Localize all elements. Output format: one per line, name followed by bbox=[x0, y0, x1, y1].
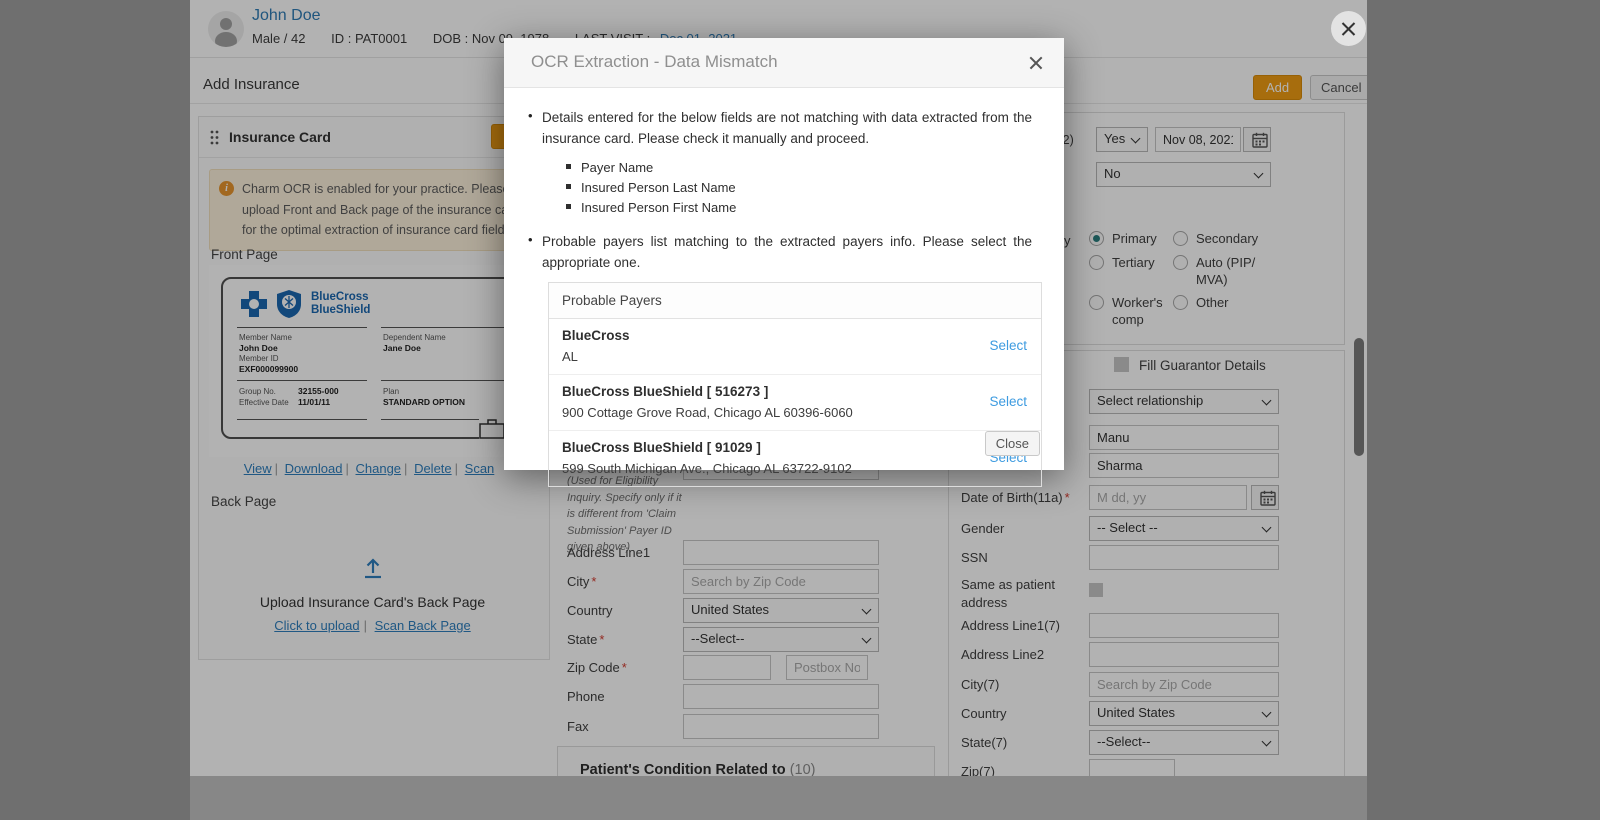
select-payer-link[interactable]: Select bbox=[989, 394, 1027, 409]
payer-name: BlueCross BlueShield [ 91029 ] bbox=[562, 440, 981, 455]
payer-name: BlueCross bbox=[562, 328, 981, 343]
payers-intro: • Probable payers list matching to the e… bbox=[528, 232, 1032, 274]
mismatch-intro: • Details entered for the below fields a… bbox=[528, 108, 1032, 150]
payer-name: BlueCross BlueShield [ 516273 ] bbox=[562, 384, 981, 399]
modal-close-button[interactable]: Close bbox=[985, 431, 1040, 456]
modal-body: • Details entered for the below fields a… bbox=[504, 88, 1064, 487]
select-payer-link[interactable]: Select bbox=[989, 338, 1027, 353]
modal-header: OCR Extraction - Data Mismatch bbox=[504, 38, 1064, 88]
mismatch-field-list: Payer Name Insured Person Last Name Insu… bbox=[566, 158, 1032, 218]
payer-address: 900 Cottage Grove Road, Chicago AL 60396… bbox=[562, 405, 981, 420]
mismatch-field: Insured Person First Name bbox=[566, 198, 1032, 218]
mismatch-field: Insured Person Last Name bbox=[566, 178, 1032, 198]
payer-row: BlueCross BlueShield [ 91029 ] 599 South… bbox=[549, 431, 1041, 486]
probable-payers-header: Probable Payers bbox=[549, 283, 1041, 319]
bullet-icon: • bbox=[528, 108, 542, 150]
modal-close-icon[interactable] bbox=[1028, 55, 1044, 71]
payer-address: AL bbox=[562, 349, 981, 364]
mismatch-field: Payer Name bbox=[566, 158, 1032, 178]
bullet-icon: • bbox=[528, 232, 542, 274]
modal-title: OCR Extraction - Data Mismatch bbox=[531, 52, 778, 72]
probable-payers-table: Probable Payers BlueCross AL Select Blue… bbox=[548, 282, 1042, 487]
ocr-mismatch-screen: { "header": { "name": "John Doe", "sex_a… bbox=[0, 0, 1600, 820]
payer-address: 599 South Michigan Ave., Chicago AL 6372… bbox=[562, 461, 981, 476]
payer-row: BlueCross AL Select bbox=[549, 319, 1041, 375]
panel-close-button[interactable] bbox=[1331, 11, 1366, 46]
ocr-mismatch-modal: OCR Extraction - Data Mismatch • Details… bbox=[504, 38, 1064, 470]
payer-row: BlueCross BlueShield [ 516273 ] 900 Cott… bbox=[549, 375, 1041, 431]
